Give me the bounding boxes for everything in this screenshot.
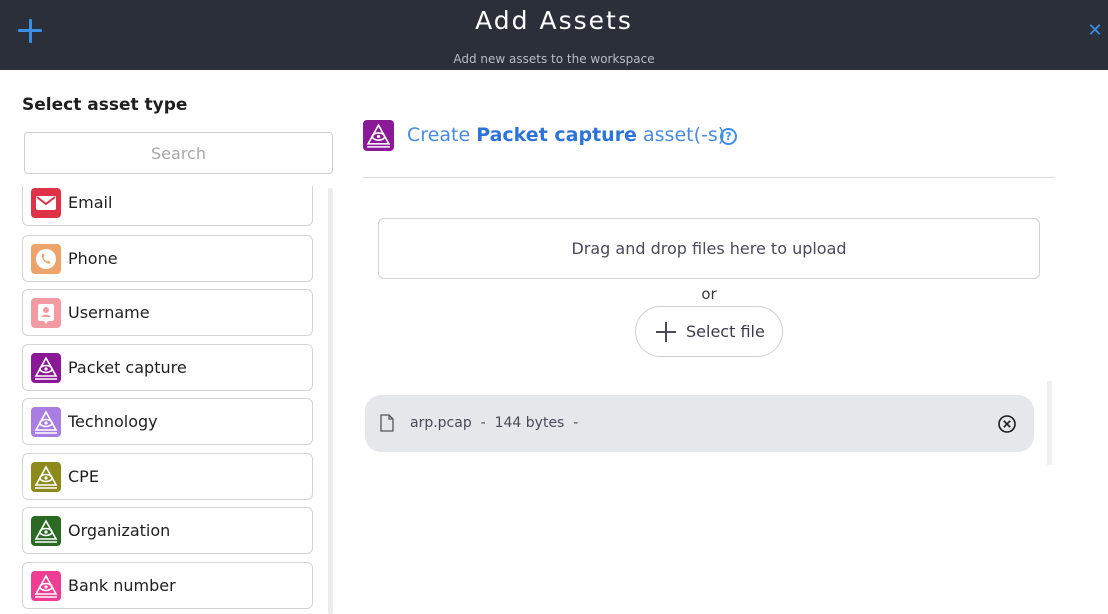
uploaded-file-item: arp.pcap - 144 bytes - bbox=[365, 395, 1034, 452]
eye-pyramid-icon bbox=[31, 353, 61, 383]
file-size: 144 bytes bbox=[494, 415, 565, 431]
create-prefix: Create bbox=[407, 124, 471, 146]
plus-icon bbox=[656, 322, 676, 342]
eye-pyramid-icon bbox=[31, 462, 61, 492]
list-item-label: Bank number bbox=[68, 576, 176, 595]
list-item-label: Organization bbox=[68, 521, 171, 540]
list-item-label: Packet capture bbox=[68, 358, 187, 377]
dialog-header: Add Assets Add new assets to the workspa… bbox=[0, 0, 1108, 70]
asset-type-organization[interactable]: Organization bbox=[22, 507, 313, 554]
sidebar-scrollbar[interactable] bbox=[328, 188, 333, 614]
list-item-label: Technology bbox=[68, 412, 158, 431]
select-file-button[interactable]: Select file bbox=[635, 306, 783, 357]
file-separator: - bbox=[480, 415, 486, 431]
asset-type-packet-capture[interactable]: Packet capture bbox=[22, 344, 313, 391]
asset-type-list: Email Phone Username Packet capture Tech… bbox=[22, 186, 313, 614]
file-dropzone[interactable]: Drag and drop files here to upload bbox=[378, 218, 1040, 279]
list-item-label: Email bbox=[68, 193, 113, 212]
files-scrollbar[interactable] bbox=[1047, 381, 1052, 465]
create-asset-type: Packet capture bbox=[476, 124, 637, 146]
list-item-label: CPE bbox=[68, 467, 99, 486]
asset-type-bank-number[interactable]: Bank number bbox=[22, 562, 313, 609]
remove-file-icon[interactable] bbox=[997, 414, 1017, 434]
select-file-label: Select file bbox=[686, 322, 765, 341]
search-input[interactable] bbox=[24, 132, 333, 174]
list-item-label: Username bbox=[68, 303, 150, 322]
create-suffix: asset(-s) bbox=[643, 124, 726, 146]
divider bbox=[363, 177, 1055, 178]
file-separator: - bbox=[573, 415, 579, 431]
file-icon bbox=[380, 414, 394, 432]
eye-pyramid-icon bbox=[363, 120, 394, 151]
eye-pyramid-icon bbox=[31, 571, 61, 601]
asset-type-cpe[interactable]: CPE bbox=[22, 453, 313, 500]
file-info: arp.pcap - 144 bytes - bbox=[410, 415, 578, 431]
create-title: Create Packet capture asset(-s) bbox=[407, 124, 725, 146]
email-icon bbox=[31, 188, 61, 218]
dialog-title: Add Assets bbox=[475, 6, 633, 35]
asset-type-technology[interactable]: Technology bbox=[22, 398, 313, 445]
phone-icon bbox=[31, 244, 61, 274]
asset-type-email[interactable]: Email bbox=[22, 186, 313, 226]
help-icon[interactable]: ? bbox=[720, 128, 737, 145]
asset-type-phone[interactable]: Phone bbox=[22, 235, 313, 282]
close-icon[interactable]: ✕ bbox=[1086, 22, 1104, 40]
dialog-subtitle: Add new assets to the workspace bbox=[453, 52, 655, 66]
list-item-label: Phone bbox=[68, 249, 118, 268]
file-name: arp.pcap bbox=[410, 415, 472, 431]
eye-pyramid-icon bbox=[31, 516, 61, 546]
eye-pyramid-icon bbox=[31, 407, 61, 437]
or-label: or bbox=[701, 285, 717, 303]
sidebar-title: Select asset type bbox=[22, 95, 188, 115]
